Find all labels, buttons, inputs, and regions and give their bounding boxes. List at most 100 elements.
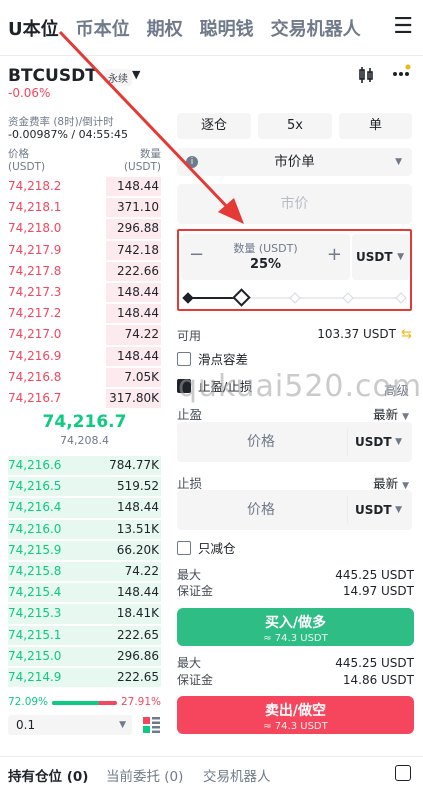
bid-row[interactable]: 74,216.5 519.52 xyxy=(8,476,161,497)
tab-usdm[interactable]: U本位 xyxy=(8,15,59,41)
ask-row[interactable]: 74,217.3 148.44 xyxy=(8,282,161,303)
bid-qty: 148.44 xyxy=(117,585,159,600)
sl-unit[interactable]: USDT xyxy=(355,490,392,530)
symbol-dropdown-icon[interactable]: ▼ xyxy=(132,68,140,81)
plus-icon[interactable]: + xyxy=(327,244,342,265)
tab-coinm[interactable]: 币本位 xyxy=(76,15,130,41)
sell-button-sub: ≈ 74.3 USDT xyxy=(263,721,328,732)
tp-trigger-value: 最新 xyxy=(373,407,399,422)
slider-step-dot[interactable] xyxy=(395,292,407,304)
divider xyxy=(347,496,348,524)
bid-row[interactable]: 74,215.8 74.22 xyxy=(8,561,161,582)
orderbook-layout-icon[interactable] xyxy=(142,715,162,735)
reduce-only-checkbox[interactable]: 只减仓 xyxy=(177,540,236,558)
bid-qty: 222.65 xyxy=(117,627,159,642)
bottom-tabs: 持有仓位 (0) 当前委托 (0) 交易机器人 xyxy=(0,756,423,785)
bid-row[interactable]: 74,214.9 222.65 xyxy=(8,667,161,688)
ask-row[interactable]: 74,216.7 317.80K xyxy=(8,388,161,409)
bid-price: 74,215.4 xyxy=(8,585,62,600)
ask-row[interactable]: 74,217.8 222.66 xyxy=(8,261,161,282)
bid-row[interactable]: 74,216.0 13.51K xyxy=(8,519,161,540)
symbol-name[interactable]: BTCUSDT xyxy=(8,66,97,86)
bids-list: 74,216.6 784.77K 74,216.5 519.52 74,216.4 148… xyxy=(8,455,161,688)
last-price[interactable]: 74,216.7 xyxy=(8,412,161,432)
divider xyxy=(347,428,348,456)
checkbox-icon xyxy=(177,541,191,555)
candlestick-chart-icon[interactable] xyxy=(357,66,375,89)
buy-long-button[interactable]: 买入/做多 ≈ 74.3 USDT xyxy=(177,608,414,646)
tp-price-input[interactable]: 价格 USDT ▼ xyxy=(177,422,412,462)
top-nav: U本位 币本位 期权 聪明钱 交易机器人 ☰ xyxy=(0,0,423,56)
sl-trigger-value: 最新 xyxy=(373,476,399,491)
tp-price-placeholder: 价格 xyxy=(247,434,275,450)
bid-price: 74,215.3 xyxy=(8,606,62,621)
checkbox-icon xyxy=(177,352,191,366)
bid-row[interactable]: 74,216.6 784.77K xyxy=(8,455,161,476)
info-icon[interactable]: i xyxy=(186,156,198,168)
price-change: -0.06% xyxy=(8,86,51,100)
ask-row[interactable]: 74,216.9 148.44 xyxy=(8,346,161,367)
sl-price-input[interactable]: 价格 USDT ▼ xyxy=(177,490,412,530)
bid-row[interactable]: 74,216.4 148.44 xyxy=(8,497,161,518)
chevron-down-icon: ▼ xyxy=(119,720,126,730)
bid-row[interactable]: 74,215.1 222.65 xyxy=(8,625,161,646)
tab-bots[interactable]: 交易机器人 xyxy=(203,765,271,785)
bid-qty: 74.22 xyxy=(124,563,159,578)
history-icon[interactable] xyxy=(395,765,411,781)
symbol-header: BTCUSDT 永续 ▼ -0.06% xyxy=(8,64,415,104)
leverage-button[interactable]: 5x xyxy=(258,113,332,139)
ask-price: 74,217.8 xyxy=(8,263,62,278)
ask-row[interactable]: 74,217.2 148.44 xyxy=(8,303,161,324)
funding-value: -0.00987% / 04:55:45 xyxy=(8,128,129,141)
tab-positions[interactable]: 持有仓位 (0) xyxy=(8,765,88,785)
ask-price: 74,218.1 xyxy=(8,200,62,215)
bid-row[interactable]: 74,215.3 18.41K xyxy=(8,603,161,624)
tab-open-orders[interactable]: 当前委托 (0) xyxy=(106,765,183,785)
hamburger-icon[interactable]: ☰ xyxy=(393,16,413,38)
ratio-bar-buy-fill xyxy=(52,701,99,705)
sell-short-button[interactable]: 卖出/做空 ≈ 74.3 USDT xyxy=(177,696,414,734)
slippage-checkbox[interactable]: 滑点容差 xyxy=(177,351,248,369)
slider-step-dot[interactable] xyxy=(182,292,194,304)
more-icon[interactable] xyxy=(391,64,411,89)
tp-unit[interactable]: USDT xyxy=(355,422,392,462)
bid-row[interactable]: 74,215.9 66.20K xyxy=(8,540,161,561)
order-type-select[interactable]: i 市价单 ▼ xyxy=(177,148,412,176)
slider-thumb[interactable] xyxy=(232,288,251,307)
bid-row[interactable]: 74,215.0 296.86 xyxy=(8,646,161,667)
quantity-slider[interactable] xyxy=(182,288,407,307)
tp-trigger-select[interactable]: 最新 ▼ xyxy=(373,404,409,423)
chevron-down-icon: ▼ xyxy=(397,252,404,262)
precision-select[interactable]: 0.1 ▼ xyxy=(8,715,132,735)
sell-margin-label: 保证金 xyxy=(177,673,214,687)
transfer-icon[interactable]: ⇆ xyxy=(401,327,412,342)
tab-smart-money[interactable]: 聪明钱 xyxy=(200,15,254,41)
bid-qty: 66.20K xyxy=(116,542,159,557)
tab-options[interactable]: 期权 xyxy=(147,15,183,41)
buy-margin-value: 14.97 USDT xyxy=(342,584,414,598)
quantity-unit-select[interactable]: USDT ▼ xyxy=(352,234,409,280)
slider-step-dot[interactable] xyxy=(342,292,354,304)
ask-row[interactable]: 74,217.9 742.18 xyxy=(8,240,161,261)
quantity-input[interactable]: − 数量 (USDT) 25% + xyxy=(181,234,350,280)
tab-trading-bots[interactable]: 交易机器人 xyxy=(271,15,361,41)
ask-row[interactable]: 74,216.8 7.05K xyxy=(8,367,161,388)
chevron-down-icon: ▼ xyxy=(395,437,402,447)
bid-price: 74,215.0 xyxy=(8,648,62,663)
ask-row[interactable]: 74,218.2 148.44 xyxy=(8,176,161,197)
position-mode-button[interactable]: 单 xyxy=(339,113,412,139)
bid-price: 74,216.4 xyxy=(8,500,62,515)
ask-row[interactable]: 74,218.0 296.88 xyxy=(8,218,161,239)
bid-row[interactable]: 74,215.4 148.44 xyxy=(8,582,161,603)
ask-row[interactable]: 74,217.0 74.22 xyxy=(8,324,161,345)
qty-column-header: 数量 (USDT) xyxy=(123,148,161,173)
sell-max-row: 最大 445.25 USDT xyxy=(177,656,414,671)
sell-button-label: 卖出/做空 xyxy=(264,703,327,719)
bid-price: 74,216.5 xyxy=(8,479,62,494)
ask-row[interactable]: 74,218.1 371.10 xyxy=(8,197,161,218)
sell-margin-value: 14.86 USDT xyxy=(342,673,414,687)
quantity-unit: USDT xyxy=(356,250,393,264)
slider-step-dot[interactable] xyxy=(288,292,301,304)
margin-mode-button[interactable]: 逐仓 xyxy=(177,113,251,139)
market-price-field: 市价 xyxy=(177,184,412,224)
